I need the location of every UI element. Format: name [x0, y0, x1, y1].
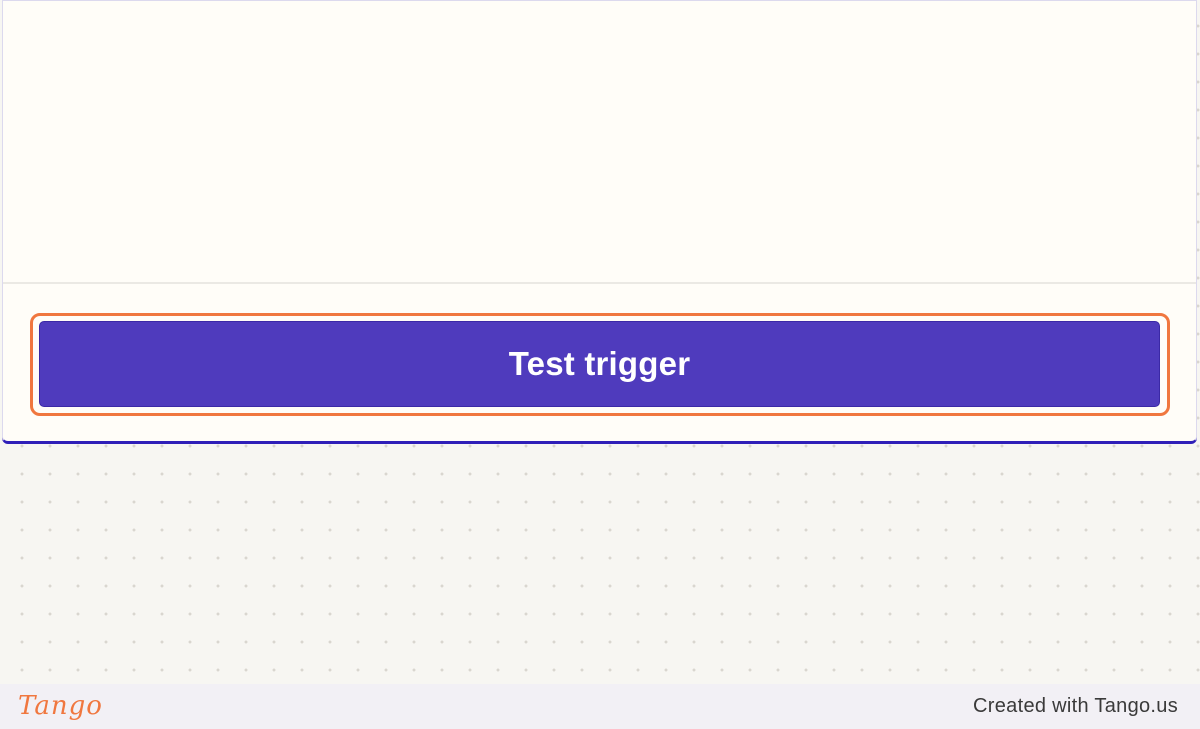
- tango-logo[interactable]: Tango: [18, 688, 103, 724]
- screenshot-stage: Test trigger Tango Created with Tango.us: [0, 0, 1200, 729]
- test-trigger-button[interactable]: Test trigger: [39, 321, 1160, 407]
- panel-body: [3, 1, 1196, 284]
- tango-logo-text: Tango: [18, 691, 103, 721]
- created-with-credit[interactable]: Created with Tango.us: [973, 694, 1178, 718]
